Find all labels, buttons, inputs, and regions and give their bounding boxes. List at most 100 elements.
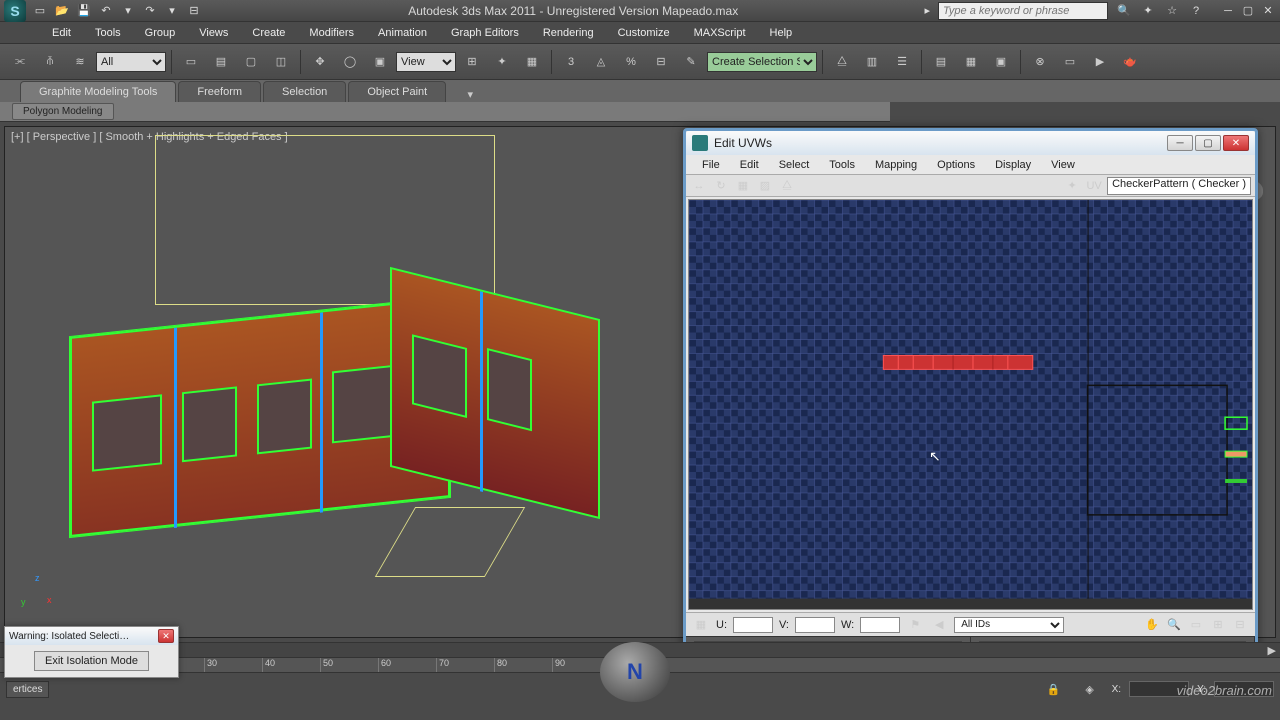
app-logo[interactable]: S <box>4 0 26 22</box>
link-icon[interactable]: ⊟ <box>186 3 202 19</box>
pivot-icon[interactable]: ⊞ <box>458 48 486 76</box>
uv-show-map-icon[interactable]: ✦ <box>1063 177 1081 195</box>
ribbon-tab-freeform[interactable]: Freeform <box>178 81 261 102</box>
uv-maximize-icon[interactable]: ▢ <box>1195 135 1221 151</box>
ref-coord-dropdown[interactable]: View <box>396 52 456 72</box>
unlink-icon[interactable]: ⫚ <box>36 48 64 76</box>
select-rect-icon[interactable]: ▢ <box>237 48 265 76</box>
percent-snap-icon[interactable]: % <box>617 48 645 76</box>
menu-edit[interactable]: Edit <box>40 24 83 42</box>
save-icon[interactable]: 💾 <box>76 3 92 19</box>
menu-views[interactable]: Views <box>187 24 240 42</box>
menu-maxscript[interactable]: MAXScript <box>682 24 758 42</box>
undo-dd-icon[interactable]: ▾ <box>120 3 136 19</box>
lock-selection-icon[interactable]: 🔒 <box>1040 675 1068 703</box>
menu-create[interactable]: Create <box>240 24 297 42</box>
warning-titlebar[interactable]: Warning: Isolated Selecti… ✕ <box>5 627 178 645</box>
mirror-icon[interactable]: ⧋ <box>828 48 856 76</box>
redo-icon[interactable]: ↷ <box>142 3 158 19</box>
render-frame-icon[interactable]: ▭ <box>1056 48 1084 76</box>
render-icon[interactable]: ▶ <box>1086 48 1114 76</box>
layers-icon[interactable]: ☰ <box>888 48 916 76</box>
uv-move-icon[interactable]: ↔ <box>690 177 708 195</box>
search-input[interactable] <box>938 2 1108 20</box>
ribbon-tab-object-paint[interactable]: Object Paint <box>348 81 446 102</box>
warning-close-icon[interactable]: ✕ <box>158 629 174 643</box>
keyboard-shortcut-icon[interactable]: ▦ <box>518 48 546 76</box>
menu-animation[interactable]: Animation <box>366 24 439 42</box>
uv-menu-display[interactable]: Display <box>985 157 1041 173</box>
uv-menu-file[interactable]: File <box>692 157 730 173</box>
move-icon[interactable]: ✥ <box>306 48 334 76</box>
select-name-icon[interactable]: ▤ <box>207 48 235 76</box>
uv-rotate-icon[interactable]: ↻ <box>712 177 730 195</box>
help-icon[interactable]: ? <box>1188 3 1204 19</box>
menu-help[interactable]: Help <box>758 24 805 42</box>
key-mode-icon[interactable]: ◈ <box>1076 675 1104 703</box>
uv-uv-icon[interactable]: UV <box>1085 177 1103 195</box>
edit-uvws-window[interactable]: Edit UVWs ─ ▢ ✕ File Edit Select Tools M… <box>683 128 1258 708</box>
ribbon-tab-selection[interactable]: Selection <box>263 81 346 102</box>
select-link-icon[interactable]: ⫘ <box>6 48 34 76</box>
uv-zoom-region-icon[interactable]: ▭ <box>1187 616 1205 634</box>
uv-fit-icon[interactable]: ⊞ <box>1209 616 1227 634</box>
ribbon-tab-graphite[interactable]: Graphite Modeling Tools <box>20 81 176 102</box>
menu-group[interactable]: Group <box>133 24 188 42</box>
w-field[interactable] <box>860 617 900 633</box>
align-icon[interactable]: ▥ <box>858 48 886 76</box>
uv-zoom-icon[interactable]: 🔍 <box>1165 616 1183 634</box>
undo-icon[interactable]: ↶ <box>98 3 114 19</box>
uv-canvas[interactable]: ↖ <box>688 199 1253 610</box>
menu-rendering[interactable]: Rendering <box>531 24 606 42</box>
menu-tools[interactable]: Tools <box>83 24 133 42</box>
minimize-icon[interactable]: ─ <box>1220 4 1236 18</box>
uv-options-icon[interactable]: ⊟ <box>1231 616 1249 634</box>
edit-named-sel-icon[interactable]: ✎ <box>677 48 705 76</box>
uv-pan-icon[interactable]: ✋ <box>1143 616 1161 634</box>
exit-isolation-button[interactable]: Exit Isolation Mode <box>34 651 149 671</box>
uv-menu-tools[interactable]: Tools <box>819 157 865 173</box>
material-editor-icon[interactable]: ▣ <box>987 48 1015 76</box>
u-field[interactable] <box>733 617 773 633</box>
open-icon[interactable]: 📂 <box>54 3 70 19</box>
uv-mirror-icon[interactable]: ⧋ <box>778 177 796 195</box>
schematic-icon[interactable]: ▦ <box>957 48 985 76</box>
curve-editor-icon[interactable]: ▤ <box>927 48 955 76</box>
uv-menu-edit[interactable]: Edit <box>730 157 769 173</box>
named-selection-dropdown[interactable]: Create Selection Se <box>707 52 817 72</box>
menu-customize[interactable]: Customize <box>606 24 682 42</box>
render-setup-icon[interactable]: ⊗ <box>1026 48 1054 76</box>
select-window-icon[interactable]: ◫ <box>267 48 295 76</box>
rotate-icon[interactable]: ◯ <box>336 48 364 76</box>
uv-rel-icon[interactable]: ◀ <box>930 616 948 634</box>
uv-abs-icon[interactable]: ⚑ <box>906 616 924 634</box>
snap-toggle-icon[interactable]: 3 <box>557 48 585 76</box>
comm-center-icon[interactable]: ✦ <box>1140 3 1156 19</box>
search-icon[interactable]: 🔍 <box>1116 3 1132 19</box>
uv-menu-view[interactable]: View <box>1041 157 1085 173</box>
uv-menu-mapping[interactable]: Mapping <box>865 157 927 173</box>
menu-modifiers[interactable]: Modifiers <box>297 24 366 42</box>
manipulate-icon[interactable]: ✦ <box>488 48 516 76</box>
uv-freeform-icon[interactable]: ▨ <box>756 177 774 195</box>
favorites-icon[interactable]: ☆ <box>1164 3 1180 19</box>
teapot-icon[interactable]: 🫖 <box>1116 48 1144 76</box>
selection-filter-dropdown[interactable]: All <box>96 52 166 72</box>
redo-dd-icon[interactable]: ▾ <box>164 3 180 19</box>
v-field[interactable] <box>795 617 835 633</box>
uv-lock-icon[interactable]: ▦ <box>692 616 710 634</box>
bind-icon[interactable]: ≋ <box>66 48 94 76</box>
uv-titlebar[interactable]: Edit UVWs ─ ▢ ✕ <box>686 131 1255 155</box>
maximize-icon[interactable]: ▢ <box>1240 4 1256 18</box>
ribbon-expand-icon[interactable]: ▾ <box>460 86 480 102</box>
uv-ids-dropdown[interactable]: All IDs <box>954 617 1064 633</box>
uv-close-icon[interactable]: ✕ <box>1223 135 1249 151</box>
select-object-icon[interactable]: ▭ <box>177 48 205 76</box>
isolation-warning-dialog[interactable]: Warning: Isolated Selecti… ✕ Exit Isolat… <box>4 626 179 678</box>
close-icon[interactable]: ✕ <box>1260 4 1276 18</box>
polygon-modeling-button[interactable]: Polygon Modeling <box>12 103 114 120</box>
new-icon[interactable]: ▭ <box>32 3 48 19</box>
angle-snap-icon[interactable]: ◬ <box>587 48 615 76</box>
uv-menu-options[interactable]: Options <box>927 157 985 173</box>
menu-graph-editors[interactable]: Graph Editors <box>439 24 531 42</box>
